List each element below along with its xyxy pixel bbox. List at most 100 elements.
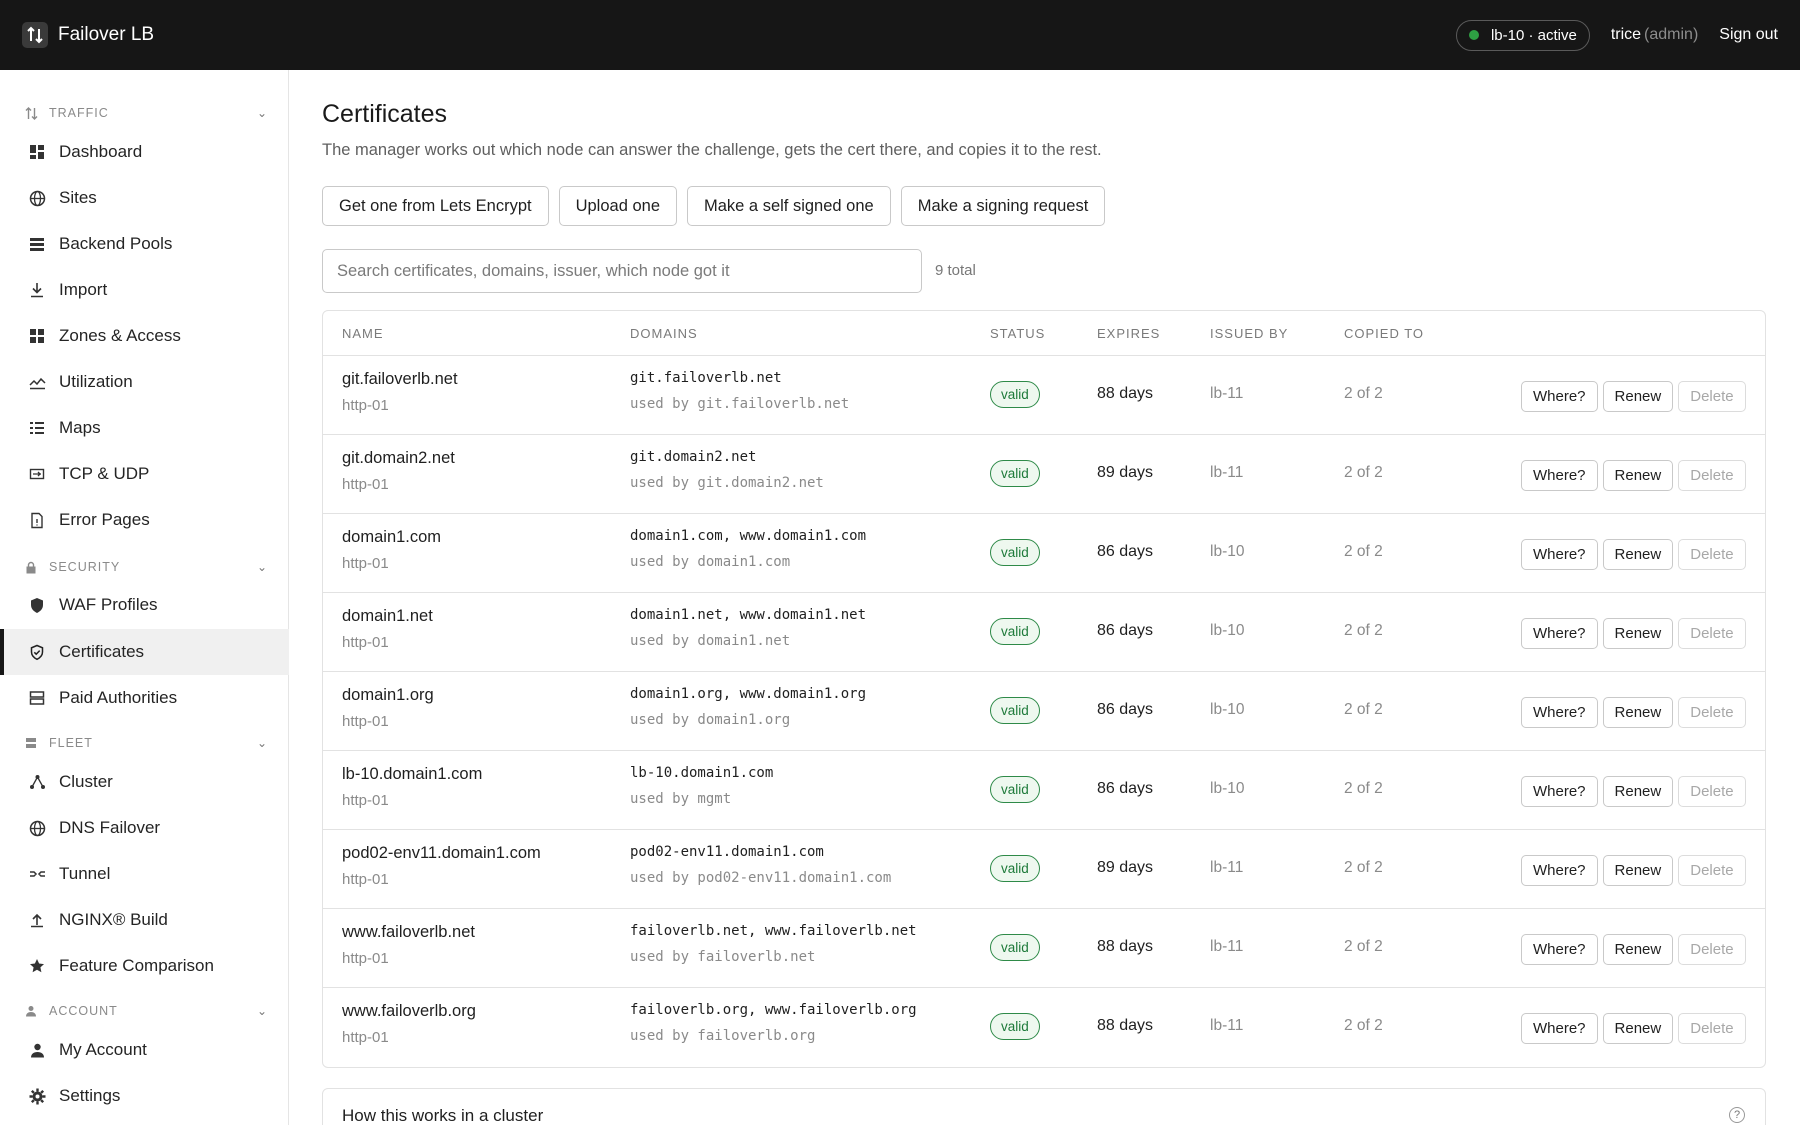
sidebar-item-my-account[interactable]: My Account bbox=[0, 1027, 289, 1073]
chevron-down-icon[interactable]: ⌄ bbox=[257, 736, 268, 750]
status-badge: valid bbox=[990, 855, 1040, 882]
table-row[interactable]: www.failoverlb.org http-01 failoverlb.org,… bbox=[323, 988, 1765, 1067]
dashboard-icon bbox=[27, 142, 47, 162]
cert-name[interactable]: domain1.net bbox=[342, 607, 433, 626]
sidebar-item-waf-profiles[interactable]: WAF Profiles bbox=[0, 582, 289, 628]
delete-button[interactable]: Delete bbox=[1678, 618, 1746, 649]
where-button[interactable]: Where? bbox=[1521, 460, 1598, 491]
section-traffic[interactable]: TRAFFIC ⌄ bbox=[24, 103, 268, 123]
sidebar-item-backend-pools[interactable]: Backend Pools bbox=[0, 221, 289, 267]
copied-to: 2 of 2 bbox=[1344, 780, 1383, 797]
sidebar-item-cluster[interactable]: Cluster bbox=[0, 759, 289, 805]
sidebar-item-import[interactable]: Import bbox=[0, 267, 289, 313]
sidebar-item-label: Error Pages bbox=[59, 510, 150, 529]
table-row[interactable]: git.failoverlb.net http-01 git.failoverlb.… bbox=[323, 356, 1765, 435]
delete-button[interactable]: Delete bbox=[1678, 460, 1746, 491]
cert-name[interactable]: git.domain2.net bbox=[342, 449, 455, 468]
sidebar-item-certificates[interactable]: Certificates bbox=[0, 629, 289, 675]
renew-button[interactable]: Renew bbox=[1602, 618, 1674, 649]
self-signed-button[interactable]: Make a self signed one bbox=[687, 186, 891, 226]
table-row[interactable]: pod02-env11.domain1.com http-01 pod02-env1… bbox=[323, 830, 1765, 909]
section-fleet[interactable]: FLEET ⌄ bbox=[24, 733, 268, 753]
delete-button[interactable]: Delete bbox=[1678, 776, 1746, 807]
sidebar-item-label: My Account bbox=[59, 1040, 147, 1059]
cert-name[interactable]: www.failoverlb.org bbox=[342, 1002, 476, 1021]
table-row[interactable]: domain1.net http-01 domain1.net, www.domai… bbox=[323, 593, 1765, 672]
sidebar-item-feature-comparison[interactable]: Feature Comparison bbox=[0, 943, 289, 989]
renew-button[interactable]: Renew bbox=[1602, 381, 1674, 412]
delete-button[interactable]: Delete bbox=[1678, 855, 1746, 886]
renew-button[interactable]: Renew bbox=[1602, 776, 1674, 807]
sidebar-item-utilization[interactable]: Utilization bbox=[0, 359, 289, 405]
section-security[interactable]: SECURITY ⌄ bbox=[24, 557, 268, 577]
upload-button[interactable]: Upload one bbox=[558, 186, 677, 226]
sidebar-item-nginx-build[interactable]: NGINX® Build bbox=[0, 897, 289, 943]
action-bar: Get one from Lets Encrypt Upload one Mak… bbox=[322, 186, 1115, 226]
where-button[interactable]: Where? bbox=[1521, 855, 1598, 886]
column-header-expires: EXPIRES bbox=[1097, 326, 1161, 341]
column-header-name: NAME bbox=[342, 326, 384, 341]
signing-request-button[interactable]: Make a signing request bbox=[900, 186, 1106, 226]
delete-button[interactable]: Delete bbox=[1678, 539, 1746, 570]
where-button[interactable]: Where? bbox=[1521, 697, 1598, 728]
sidebar-item-maps[interactable]: Maps bbox=[0, 405, 289, 451]
cert-name[interactable]: www.failoverlb.net bbox=[342, 923, 475, 942]
cert-name[interactable]: domain1.org bbox=[342, 686, 434, 705]
renew-button[interactable]: Renew bbox=[1602, 697, 1674, 728]
status-badge: valid bbox=[990, 776, 1040, 803]
renew-button[interactable]: Renew bbox=[1602, 934, 1674, 965]
table-row[interactable]: domain1.com http-01 domain1.com, www.domai… bbox=[323, 514, 1765, 593]
sidebar-item-dns-failover[interactable]: DNS Failover bbox=[0, 805, 289, 851]
sidebar-item-tcp-udp[interactable]: TCP & UDP bbox=[0, 451, 289, 497]
sidebar-item-sites[interactable]: Sites bbox=[0, 175, 289, 221]
delete-button[interactable]: Delete bbox=[1678, 934, 1746, 965]
renew-button[interactable]: Renew bbox=[1602, 539, 1674, 570]
delete-button[interactable]: Delete bbox=[1678, 697, 1746, 728]
sign-out-link[interactable]: Sign out bbox=[1719, 26, 1778, 44]
upload-icon bbox=[27, 910, 47, 930]
table-header: NAME DOMAINS STATUS EXPIRES ISSUED BY CO… bbox=[323, 311, 1765, 356]
sidebar-item-error-pages[interactable]: Error Pages bbox=[0, 497, 289, 543]
delete-button[interactable]: Delete bbox=[1678, 381, 1746, 412]
table-row[interactable]: domain1.org http-01 domain1.org, www.domai… bbox=[323, 672, 1765, 751]
where-button[interactable]: Where? bbox=[1521, 539, 1598, 570]
sidebar-item-paid-authorities[interactable]: Paid Authorities bbox=[0, 675, 289, 721]
domain-list: domain1.org, www.domain1.org bbox=[630, 686, 867, 702]
lets-encrypt-button[interactable]: Get one from Lets Encrypt bbox=[322, 186, 549, 226]
where-button[interactable]: Where? bbox=[1521, 1013, 1598, 1044]
table-row[interactable]: lb-10.domain1.com http-01 lb-10.domain1.co… bbox=[323, 751, 1765, 830]
cert-name[interactable]: pod02-env11.domain1.com bbox=[342, 844, 541, 863]
sidebar-item-tunnel[interactable]: Tunnel bbox=[0, 851, 289, 897]
delete-button[interactable]: Delete bbox=[1678, 1013, 1746, 1044]
where-button[interactable]: Where? bbox=[1521, 381, 1598, 412]
where-button[interactable]: Where? bbox=[1521, 618, 1598, 649]
node-status-badge[interactable]: lb-10 · active bbox=[1455, 19, 1590, 51]
renew-button[interactable]: Renew bbox=[1602, 855, 1674, 886]
cert-name[interactable]: lb-10.domain1.com bbox=[342, 765, 482, 784]
user-name: trice bbox=[1610, 26, 1642, 43]
page-title: Certificates bbox=[322, 100, 448, 128]
chevron-down-icon[interactable]: ⌄ bbox=[257, 560, 268, 574]
renew-button[interactable]: Renew bbox=[1602, 1013, 1674, 1044]
chevron-down-icon[interactable]: ⌄ bbox=[257, 106, 268, 120]
brand[interactable]: Failover LB bbox=[22, 22, 154, 48]
table-row[interactable]: www.failoverlb.net http-01 failoverlb.net,… bbox=[323, 909, 1765, 988]
renew-button[interactable]: Renew bbox=[1602, 460, 1674, 491]
domain-list: domain1.com, www.domain1.com bbox=[630, 528, 867, 544]
cert-name[interactable]: git.failoverlb.net bbox=[342, 370, 458, 389]
cluster-info-panel[interactable]: How this works in a cluster ? bbox=[322, 1088, 1766, 1125]
where-button[interactable]: Where? bbox=[1521, 776, 1598, 807]
table-row[interactable]: git.domain2.net http-01 git.domain2.net use… bbox=[323, 435, 1765, 514]
chevron-down-icon[interactable]: ⌄ bbox=[257, 1004, 268, 1018]
where-button[interactable]: Where? bbox=[1521, 934, 1598, 965]
help-icon[interactable]: ? bbox=[1729, 1107, 1745, 1123]
certificates-table: NAME DOMAINS STATUS EXPIRES ISSUED BY CO… bbox=[322, 310, 1766, 1068]
sidebar-item-zones-access[interactable]: Zones & Access bbox=[0, 313, 289, 359]
user-info: trice (admin) bbox=[1611, 26, 1698, 44]
sidebar-item-settings[interactable]: Settings bbox=[0, 1073, 289, 1119]
cert-name[interactable]: domain1.com bbox=[342, 528, 441, 547]
sidebar-item-dashboard[interactable]: Dashboard bbox=[0, 129, 289, 175]
column-header-domains: DOMAINS bbox=[630, 326, 698, 341]
search-input[interactable] bbox=[322, 249, 922, 293]
section-account[interactable]: ACCOUNT ⌄ bbox=[24, 1001, 268, 1021]
